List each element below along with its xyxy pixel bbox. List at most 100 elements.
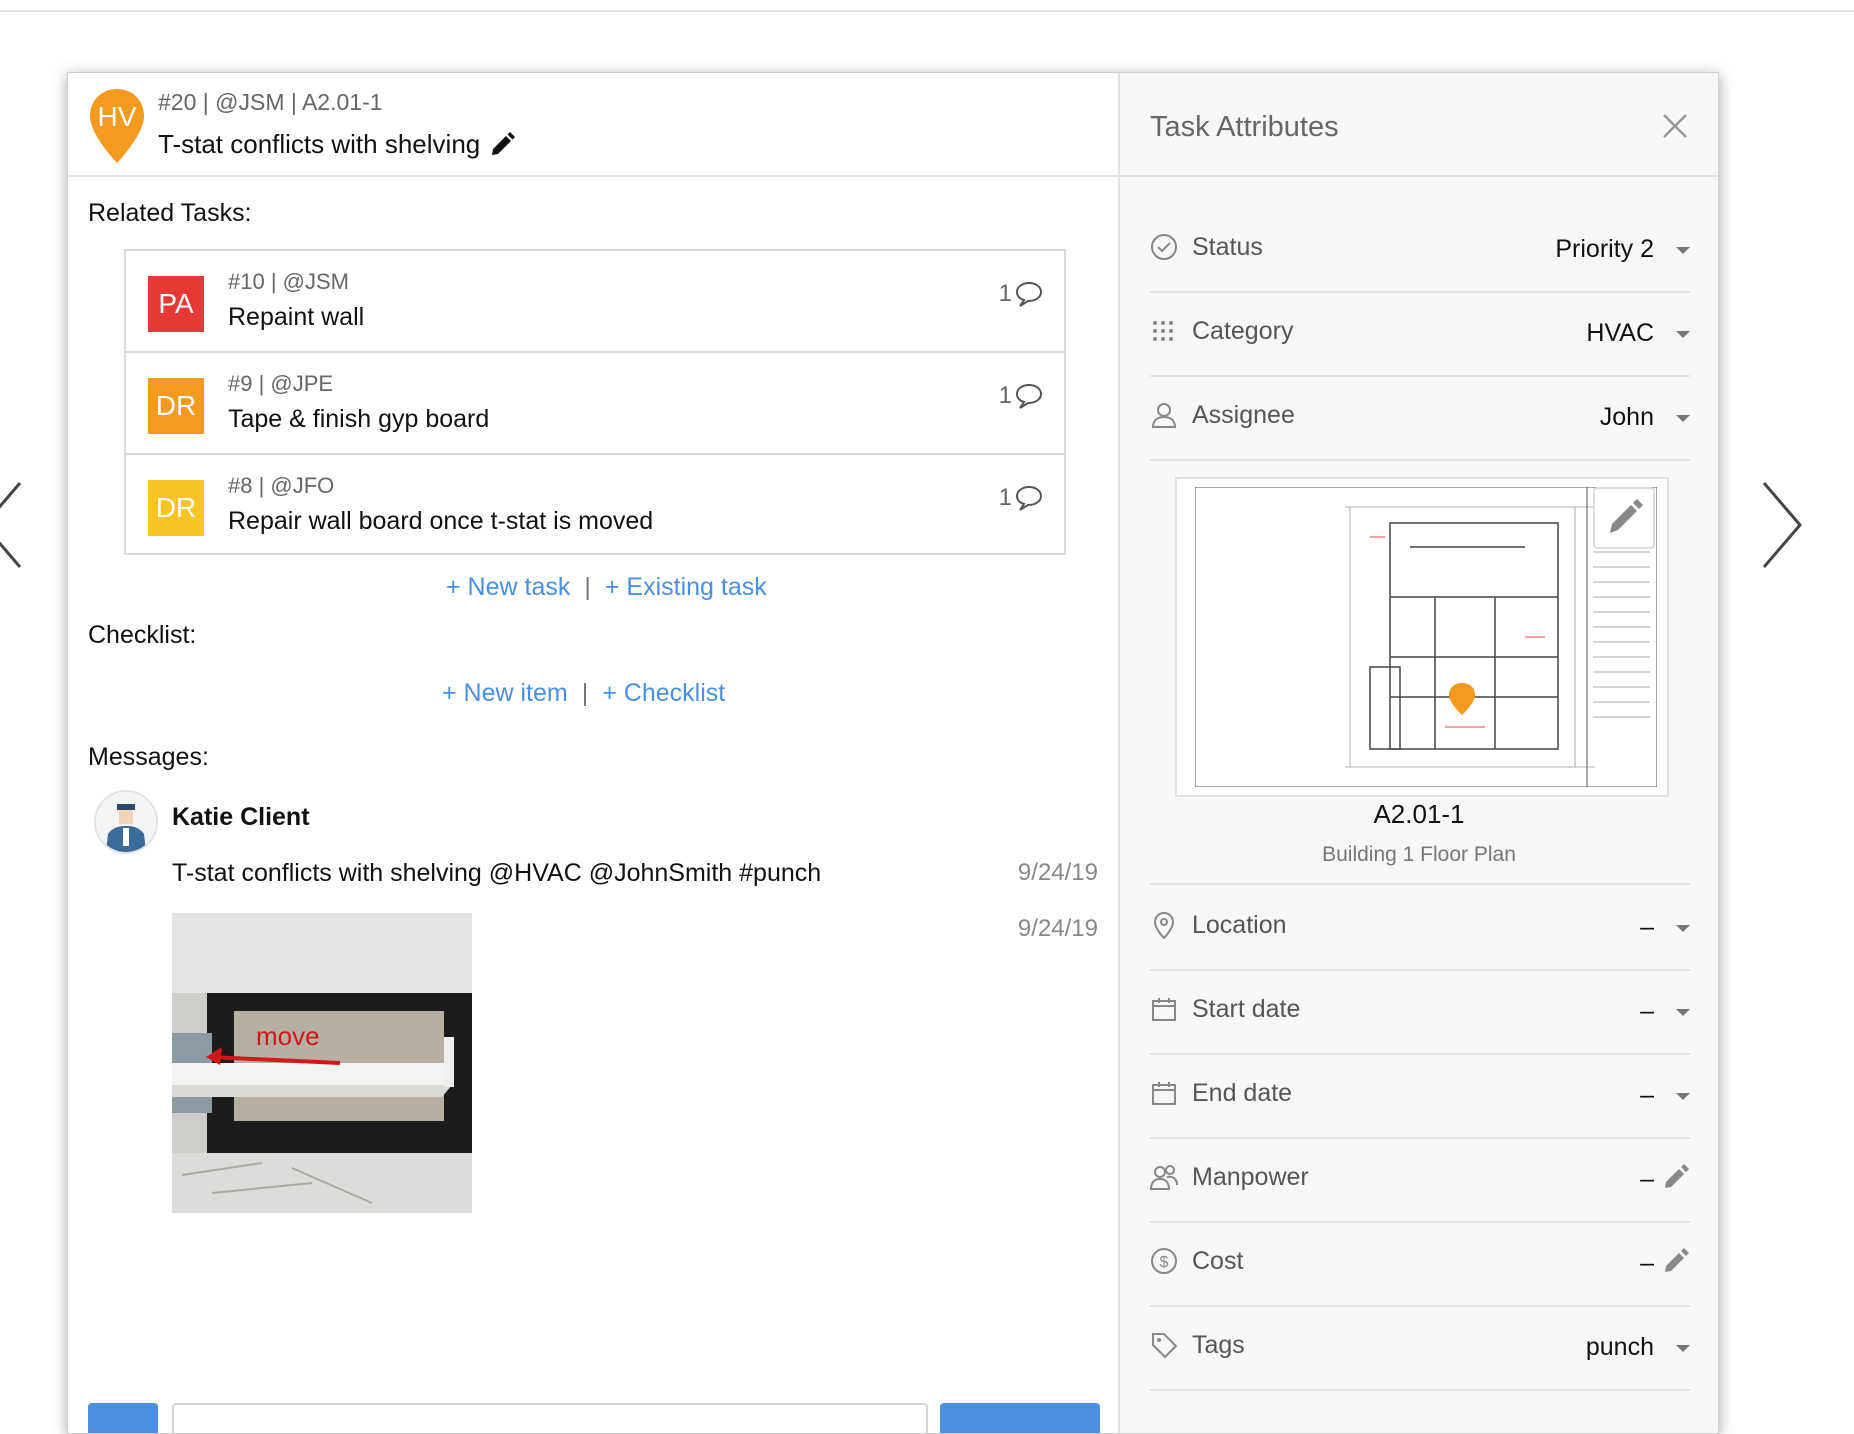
task-links: + New task | + Existing task bbox=[446, 573, 767, 602]
task-attributes-panel: Task Attributes Status Priority 2 Catego… bbox=[1120, 73, 1718, 1433]
comment-count: 1 bbox=[998, 382, 1012, 409]
message-input[interactable] bbox=[172, 1403, 928, 1433]
tags-value: punch bbox=[1585, 1333, 1654, 1361]
tag-icon bbox=[1152, 1333, 1178, 1359]
user-icon bbox=[1151, 403, 1177, 428]
user-avatar bbox=[94, 790, 158, 854]
task-header: HV #20 | @JSM | A2.01-1 T-stat conflicts… bbox=[68, 73, 1118, 177]
existing-task-link[interactable]: + Existing task bbox=[605, 573, 767, 602]
add-checklist-link[interactable]: + Checklist bbox=[602, 679, 725, 708]
task-initials: HV bbox=[97, 101, 137, 132]
new-task-link[interactable]: + New task bbox=[446, 573, 570, 602]
related-task-comments: 1 bbox=[999, 381, 1044, 411]
end-date-label: End date bbox=[1192, 1079, 1293, 1107]
end-date-value: – bbox=[1640, 1081, 1654, 1109]
caret-down-icon bbox=[1676, 1345, 1690, 1352]
manpower-label: Manpower bbox=[1192, 1163, 1309, 1191]
start-date-dropdown[interactable]: Start date – bbox=[1150, 969, 1690, 1055]
pencil-icon[interactable] bbox=[1662, 1247, 1690, 1275]
chevron-left-icon bbox=[0, 479, 24, 571]
caret-down-icon bbox=[1676, 415, 1690, 422]
related-task-comments: 1 bbox=[999, 483, 1044, 513]
check-circle-icon bbox=[1151, 234, 1177, 260]
photo-annotation: move bbox=[256, 1021, 320, 1051]
status-dropdown[interactable]: Status Priority 2 bbox=[1150, 207, 1690, 293]
related-task-avatar: PA bbox=[148, 276, 204, 332]
manpower-field[interactable]: Manpower – bbox=[1150, 1137, 1690, 1223]
message-date: 9/24/19 bbox=[1017, 859, 1098, 886]
category-dropdown[interactable]: Category HVAC bbox=[1150, 291, 1690, 377]
sheet-description: Building 1 Floor Plan bbox=[1322, 843, 1516, 866]
task-title-text: T-stat conflicts with shelving bbox=[158, 129, 481, 159]
top-divider bbox=[0, 0, 1854, 12]
location-pin-icon bbox=[1153, 911, 1175, 939]
new-item-link[interactable]: + New item bbox=[442, 679, 568, 708]
next-task-arrow[interactable] bbox=[1752, 475, 1812, 575]
tags-dropdown[interactable]: Tags punch bbox=[1150, 1305, 1690, 1391]
cost-value: – bbox=[1640, 1249, 1654, 1277]
caret-down-icon bbox=[1676, 925, 1690, 932]
edit-sheet-button[interactable] bbox=[1593, 487, 1655, 549]
assignee-value: John bbox=[1599, 403, 1654, 431]
cost-label: Cost bbox=[1192, 1247, 1244, 1275]
related-task-title: Repaint wall bbox=[228, 303, 365, 331]
calendar-icon bbox=[1152, 998, 1176, 1021]
related-task-comments: 1 bbox=[999, 279, 1044, 309]
edit-title-pencil-icon[interactable] bbox=[488, 131, 516, 159]
people-icon bbox=[1150, 1165, 1178, 1190]
attributes-divider bbox=[1120, 175, 1718, 177]
task-title: T-stat conflicts with shelving bbox=[158, 129, 516, 160]
related-tasks-list: PA #10 | @JSM Repaint wall 1 DR #9 | @JP… bbox=[124, 249, 1066, 555]
status-value: Priority 2 bbox=[1555, 235, 1654, 263]
related-tasks-label: Related Tasks: bbox=[88, 199, 252, 227]
related-task-row[interactable]: DR #8 | @JFO Repair wall board once t-st… bbox=[126, 455, 1064, 553]
speech-bubble-icon bbox=[1015, 281, 1043, 307]
tags-label: Tags bbox=[1192, 1331, 1245, 1359]
person-avatar-icon bbox=[96, 792, 156, 852]
speech-bubble-icon bbox=[1015, 383, 1043, 409]
pencil-icon bbox=[1610, 499, 1643, 533]
sheet-thumbnail[interactable] bbox=[1175, 477, 1669, 797]
checklist-label: Checklist: bbox=[88, 621, 197, 649]
caret-down-icon bbox=[1676, 331, 1690, 338]
task-meta: #20 | @JSM | A2.01-1 bbox=[158, 89, 383, 115]
related-task-row[interactable]: PA #10 | @JSM Repaint wall 1 bbox=[126, 251, 1064, 353]
location-dropdown[interactable]: Location – bbox=[1150, 883, 1690, 971]
photo-date: 9/24/19 bbox=[1017, 915, 1098, 942]
related-task-row[interactable]: DR #9 | @JPE Tape & finish gyp board 1 bbox=[126, 353, 1064, 455]
grid-dots-icon bbox=[1153, 321, 1173, 341]
calendar-icon bbox=[1152, 1082, 1176, 1105]
cost-field[interactable]: $ Cost – bbox=[1150, 1221, 1690, 1307]
task-modal: HV #20 | @JSM | A2.01-1 T-stat conflicts… bbox=[67, 72, 1719, 1434]
svg-text:$: $ bbox=[1160, 1254, 1169, 1271]
start-date-label: Start date bbox=[1192, 995, 1301, 1023]
assignee-label: Assignee bbox=[1192, 401, 1295, 429]
location-label: Location bbox=[1192, 911, 1287, 939]
link-separator: | bbox=[581, 679, 589, 707]
category-label: Category bbox=[1192, 317, 1294, 345]
attach-button[interactable] bbox=[88, 1403, 158, 1433]
close-icon[interactable] bbox=[1658, 109, 1692, 143]
dollar-circle-icon: $ bbox=[1151, 1248, 1177, 1274]
related-task-meta: #10 | @JSM bbox=[228, 269, 349, 294]
previous-task-arrow[interactable] bbox=[0, 475, 32, 575]
checklist-links: + New item | + Checklist bbox=[442, 679, 725, 708]
link-separator: | bbox=[584, 573, 591, 601]
send-button[interactable] bbox=[940, 1403, 1100, 1433]
messages-label: Messages: bbox=[88, 743, 209, 771]
related-task-avatar: DR bbox=[148, 378, 204, 434]
end-date-dropdown[interactable]: End date – bbox=[1150, 1053, 1690, 1139]
sheet-name: A2.01-1 bbox=[1373, 799, 1465, 829]
message-photo[interactable]: move bbox=[172, 913, 472, 1213]
attributes-title: Task Attributes bbox=[1150, 111, 1339, 143]
related-task-title: Tape & finish gyp board bbox=[228, 405, 490, 433]
message-author: Katie Client bbox=[172, 803, 310, 831]
status-label: Status bbox=[1192, 233, 1263, 261]
assignee-dropdown[interactable]: Assignee John bbox=[1150, 375, 1690, 461]
pencil-icon[interactable] bbox=[1662, 1163, 1690, 1191]
related-task-meta: #8 | @JFO bbox=[228, 473, 335, 498]
caret-down-icon bbox=[1676, 247, 1690, 254]
floor-plan-image bbox=[1195, 487, 1657, 787]
comment-count: 1 bbox=[998, 280, 1012, 307]
related-task-avatar: DR bbox=[148, 480, 204, 536]
